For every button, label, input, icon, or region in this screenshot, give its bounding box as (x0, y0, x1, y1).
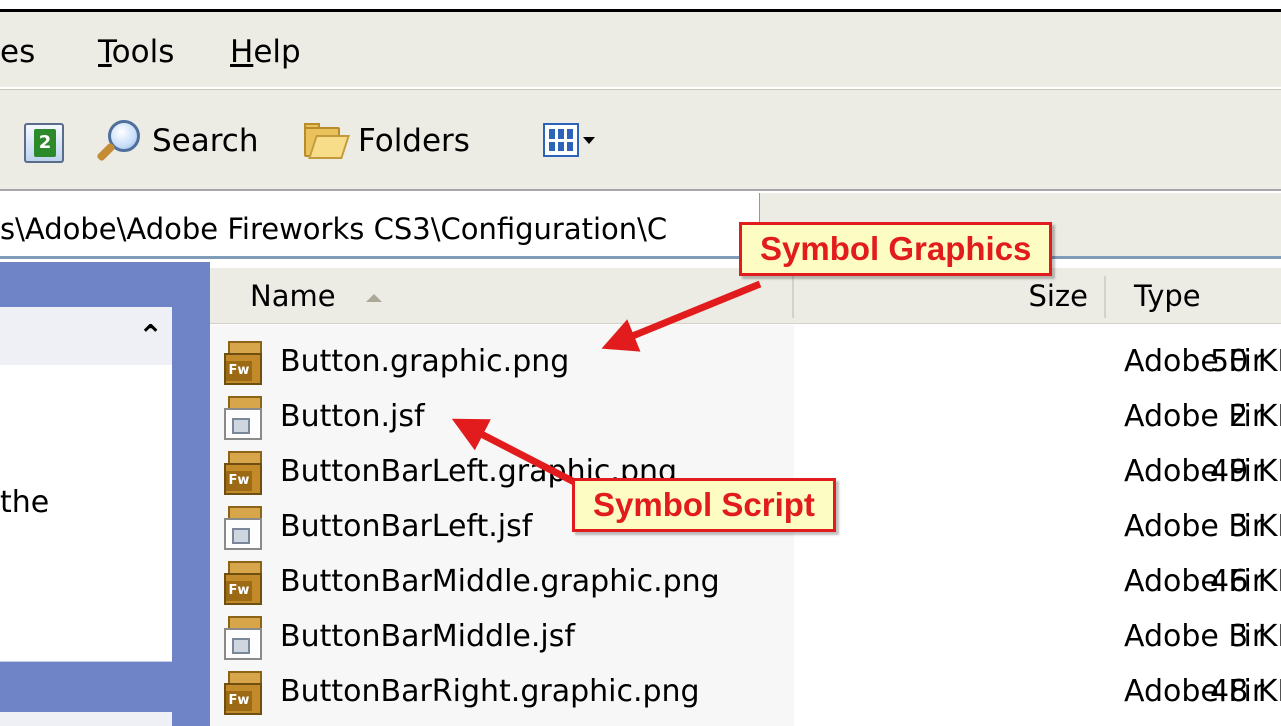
collapse-icon[interactable]: ⌃ (138, 322, 163, 352)
menu-item-tools[interactable]: Tools (98, 32, 174, 72)
column-header-name[interactable]: Name (250, 278, 336, 314)
file-row[interactable]: Fw Button.graphic.png 50 KB Adobe Fir (210, 335, 1281, 389)
search-button[interactable]: Search (92, 118, 259, 164)
address-path: s\Adobe\Adobe Fireworks CS3\Configuratio… (0, 212, 668, 246)
chevron-down-icon (583, 136, 595, 144)
jsf-script-icon (224, 506, 266, 552)
menu-help-mnemonic: H (230, 34, 254, 70)
callout-symbol-graphics: Symbol Graphics (739, 222, 1053, 276)
column-header-type[interactable]: Type (1134, 278, 1201, 314)
views-icon (543, 123, 579, 157)
file-type: Adobe Fir (1124, 399, 1265, 434)
menu-help-rest: elp (253, 34, 301, 70)
column-header-size[interactable]: Size (1000, 278, 1088, 314)
file-name: ButtonBarMiddle.graphic.png (280, 564, 720, 599)
address-bar[interactable]: s\Adobe\Adobe Fireworks CS3\Configuratio… (0, 193, 760, 259)
file-name: ButtonBarLeft.jsf (280, 509, 533, 544)
menu-tools-rest: ools (111, 34, 175, 70)
menu-item-help[interactable]: Help (230, 32, 301, 72)
menu-bar: es Tools Help (0, 12, 1281, 88)
column-divider[interactable] (792, 276, 794, 318)
file-row[interactable]: ButtonBarMiddle.jsf 3 KB Adobe Fir (210, 610, 1281, 664)
menu-item-partial[interactable]: es (0, 32, 35, 72)
file-name: ButtonBarRight.graphic.png (280, 674, 700, 709)
file-type: Adobe Fir (1124, 674, 1265, 709)
file-name: Button.graphic.png (280, 344, 570, 379)
file-type: Adobe Fir (1124, 564, 1265, 599)
window-top-edge (0, 0, 1281, 12)
refresh-button[interactable]: 2 (24, 123, 64, 163)
task-panel-text: the (0, 485, 50, 520)
menu-tools-mnemonic: T (98, 34, 112, 70)
folders-icon (302, 121, 350, 161)
file-type: Adobe Fir (1124, 509, 1265, 544)
fireworks-png-icon: Fw (224, 341, 266, 387)
file-type: Adobe Fir (1124, 454, 1265, 489)
folders-button[interactable]: Folders (302, 118, 470, 164)
fireworks-png-icon: Fw (224, 671, 266, 717)
file-row[interactable]: Fw ButtonBarRight.graphic.png 48 KB Adob… (210, 665, 1281, 719)
jsf-script-icon (224, 616, 266, 662)
fireworks-png-icon: Fw (224, 451, 266, 497)
file-type: Adobe Fir (1124, 344, 1265, 379)
fireworks-png-icon: Fw (224, 561, 266, 607)
task-panel-next-header[interactable] (0, 712, 172, 726)
file-type: Adobe Fir (1124, 619, 1265, 654)
toolbar: 2 Search Folders (0, 89, 1281, 191)
file-name: ButtonBarMiddle.jsf (280, 619, 575, 654)
refresh-icon: 2 (34, 129, 56, 157)
file-name: Button.jsf (280, 399, 425, 434)
search-label: Search (152, 123, 259, 159)
folders-label: Folders (358, 123, 470, 159)
sort-ascending-icon (366, 294, 382, 302)
search-icon (92, 118, 144, 164)
file-row[interactable]: Button.jsf 2 KB Adobe Fir (210, 390, 1281, 444)
callout-symbol-script: Symbol Script (572, 478, 836, 532)
column-divider[interactable] (1104, 276, 1106, 318)
file-row[interactable]: Fw ButtonBarMiddle.graphic.png 46 KB Ado… (210, 555, 1281, 609)
jsf-script-icon (224, 396, 266, 442)
views-button[interactable] (543, 120, 599, 160)
